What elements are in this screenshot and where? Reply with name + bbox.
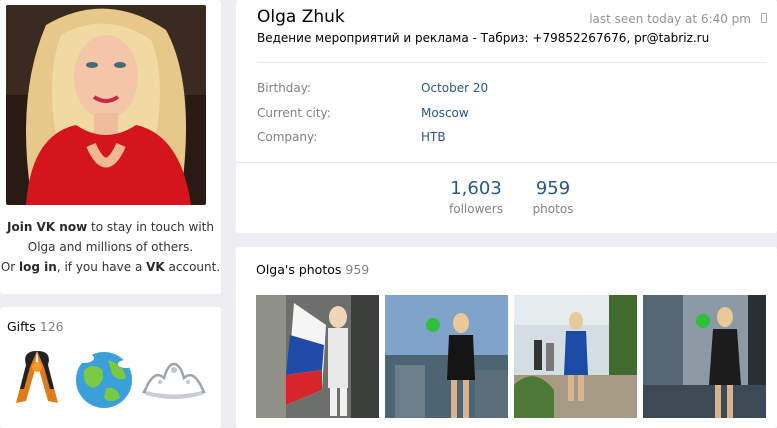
followers-label: followers [449,202,503,216]
info-value-birthday[interactable]: October 20 [421,81,488,95]
followers-count: 1,603 [450,178,502,199]
ribbon-icon[interactable] [12,345,62,411]
info-value-city[interactable]: Moscow [421,106,469,120]
photos-label: photos [532,202,574,216]
gifts-count: 126 [39,319,64,334]
photos-header[interactable]: Olga's photos 959 [256,262,369,277]
login-link[interactable]: log in [19,260,57,274]
profile-card: Olga Zhuk last seen today at 6:40 pm Вед… [236,0,777,233]
photo-thumbnail[interactable] [256,295,379,418]
last-seen: last seen today at 6:40 pm [589,12,751,26]
mobile-icon [761,13,767,23]
join-text-line2: Olga and millions of others. [27,240,194,254]
photo-thumbnail[interactable] [385,295,508,418]
info-label-company: Company: [257,130,318,144]
photos-count: 959 [535,178,571,199]
divider [236,162,777,163]
photos-card: Olga's photos 959 [236,247,777,428]
join-text: to stay in touch with [87,220,214,234]
info-label-birthday: Birthday: [257,81,312,95]
tiara-icon[interactable] [140,360,208,404]
followers-counter[interactable]: 1,603 followers [441,178,511,216]
divider [257,62,766,63]
gifts-header[interactable]: Gifts 126 [7,319,64,334]
photo-thumbnail[interactable] [514,295,637,418]
gifts-title: Gifts [7,319,36,334]
join-prompt: Join VK now to stay in touch with Olga a… [0,217,221,277]
join-end: account. [164,260,221,274]
photos-header-count: 959 [345,262,370,277]
info-label-city: Current city: [257,106,331,120]
info-value-company[interactable]: НТВ [421,130,446,144]
join-or: Or [0,260,20,274]
photos-title: Olga's photos [256,262,342,277]
globe-icon[interactable] [72,348,136,414]
profile-avatar[interactable] [6,5,206,205]
vk-brand: VK [146,260,165,274]
profile-sidebar-card: Join VK now to stay in touch with Olga a… [0,0,221,294]
join-mid: , if you have a [56,260,147,274]
profile-name: Olga Zhuk [257,7,345,27]
photo-thumbnail[interactable] [643,295,766,418]
profile-status: Ведение мероприятий и реклама - Табриз: … [257,31,710,45]
photos-counter[interactable]: 959 photos [521,178,585,216]
join-now-link[interactable]: Join VK now [7,220,87,234]
